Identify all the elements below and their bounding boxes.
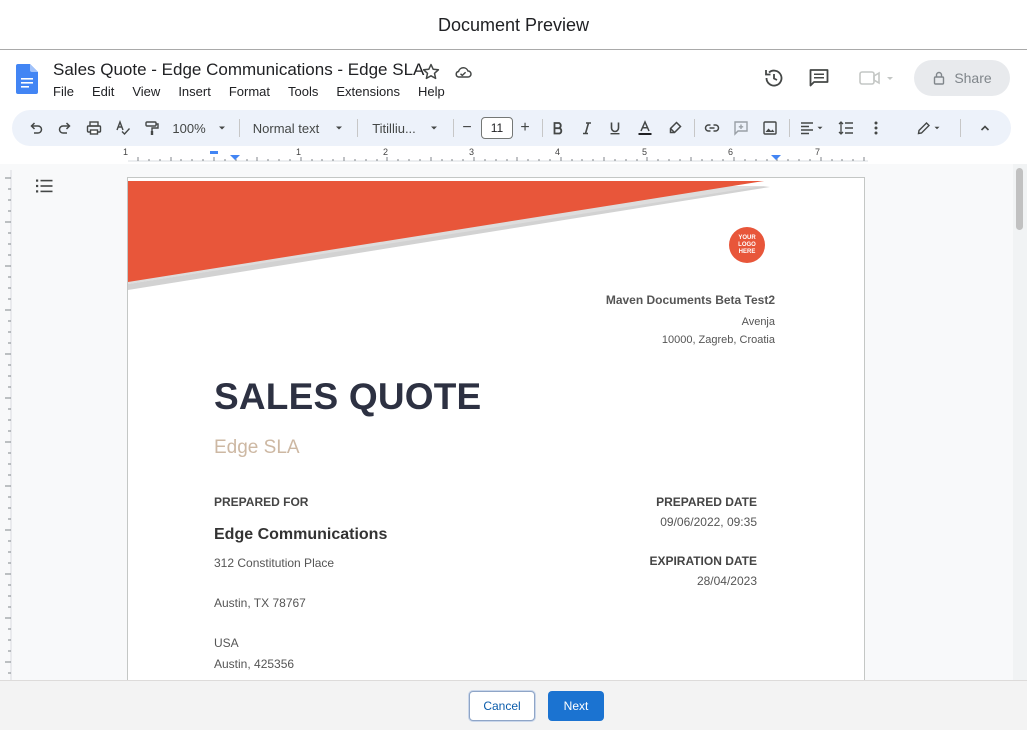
style-value: Normal text [252, 120, 320, 136]
menu-tools[interactable]: Tools [288, 84, 318, 99]
document-heading: SALES QUOTE [214, 376, 482, 417]
formatting-toolbar: 100% Normal text Titilliu... − 11 + [12, 110, 1011, 146]
prepared-date-value: 09/06/2022, 09:35 [660, 515, 757, 529]
cancel-button[interactable]: Cancel [469, 691, 535, 721]
italic-icon[interactable] [577, 110, 597, 146]
share-button[interactable]: Share [914, 60, 1010, 96]
menu-insert[interactable]: Insert [178, 84, 211, 99]
menu-edit[interactable]: Edit [92, 84, 114, 99]
modal-title: Document Preview [437, 15, 590, 35]
logo-text: YOUR LOGO HERE [738, 234, 756, 255]
comment-icon[interactable] [807, 66, 831, 90]
chevron-down-icon [934, 126, 940, 130]
ruler-number: 1 [296, 147, 302, 157]
lock-icon [934, 71, 945, 85]
chevron-down-icon [218, 126, 225, 130]
horizontal-ruler[interactable]: 1 1 2 3 4 5 6 7 [118, 146, 868, 164]
toolbar-divider [357, 119, 358, 137]
redo-icon[interactable] [53, 110, 77, 146]
toolbar-divider [453, 119, 454, 137]
toolbar-divider [694, 119, 695, 137]
menu-format[interactable]: Format [229, 84, 270, 99]
menu-bar: File Edit View Insert Format Tools Exten… [53, 84, 463, 99]
share-label: Share [954, 70, 992, 86]
print-icon[interactable] [82, 110, 106, 146]
ruler-number: 2 [383, 147, 389, 157]
client-address-line2: Austin, TX 78767 [214, 596, 306, 610]
bold-icon[interactable] [548, 110, 568, 146]
line-spacing-icon[interactable] [834, 110, 858, 146]
more-options-icon[interactable] [866, 110, 886, 146]
toolbar-divider [239, 119, 240, 137]
spellcheck-icon[interactable] [111, 110, 135, 146]
link-icon[interactable] [702, 110, 722, 146]
underline-icon[interactable] [605, 110, 625, 146]
paint-format-icon[interactable] [140, 110, 164, 146]
toolbar-divider [960, 119, 961, 137]
font-size-input[interactable]: 11 [481, 117, 513, 139]
toolbar-divider [542, 119, 543, 137]
chevron-down-icon [430, 126, 437, 130]
menu-help[interactable]: Help [418, 84, 445, 99]
menu-view[interactable]: View [132, 84, 160, 99]
prepared-date-label: PREPARED DATE [656, 495, 757, 509]
ruler-number: 4 [555, 147, 561, 157]
expiration-date-value: 28/04/2023 [696, 574, 757, 588]
expiration-date-label: EXPIRATION DATE [649, 554, 757, 568]
menu-extensions[interactable]: Extensions [336, 84, 400, 99]
ruler-ticks [128, 148, 868, 162]
collapse-toolbar-icon[interactable] [974, 110, 996, 146]
client-country: USA [214, 636, 239, 650]
document-title[interactable]: Sales Quote - Edge Communications - Edge… [53, 60, 424, 80]
modal-divider [0, 49, 1027, 50]
client-address-line1: 312 Constitution Place [214, 556, 335, 570]
add-comment-icon[interactable] [731, 110, 751, 146]
align-icon[interactable] [796, 110, 828, 146]
history-icon[interactable] [762, 66, 786, 90]
company-name: Maven Documents Beta Test2 [605, 293, 775, 307]
ruler-number: 7 [815, 147, 821, 157]
prepared-for-label: PREPARED FOR [214, 495, 309, 509]
vertical-scrollbar[interactable] [1013, 164, 1027, 680]
company-address-line1: Avenja [741, 316, 775, 328]
video-icon[interactable] [858, 66, 896, 90]
chevron-down-icon [336, 126, 343, 130]
ruler-number: 3 [469, 147, 475, 157]
toolbar-divider [789, 119, 790, 137]
zoom-value: 100% [172, 120, 206, 136]
ruler-number: 5 [642, 147, 648, 157]
menu-file[interactable]: File [53, 84, 74, 99]
insert-image-icon[interactable] [760, 110, 780, 146]
ruler-number: 6 [728, 147, 734, 157]
style-select[interactable]: Normal text [249, 110, 349, 146]
document-outline-icon[interactable] [34, 178, 54, 194]
client-city-zip: Austin, 425356 [214, 657, 295, 671]
company-address-line2: 10000, Zagreb, Croatia [661, 334, 775, 346]
scrollbar-thumb[interactable] [1016, 168, 1023, 230]
client-name: Edge Communications [214, 526, 388, 543]
chevron-down-icon [817, 126, 823, 130]
next-button[interactable]: Next [548, 691, 604, 721]
zoom-select[interactable]: 100% [170, 110, 230, 146]
ruler-number: 1 [123, 147, 129, 157]
star-icon[interactable] [421, 62, 441, 82]
highlight-icon[interactable] [665, 110, 685, 146]
company-logo: YOUR LOGO HERE [729, 227, 765, 263]
document-subheading: Edge SLA [214, 437, 300, 458]
font-select[interactable]: Titilliu... [367, 110, 445, 146]
undo-icon[interactable] [24, 110, 48, 146]
font-value: Titilliu... [372, 120, 416, 136]
editing-mode-icon[interactable] [912, 110, 946, 146]
decrease-font-size-button[interactable]: − [458, 110, 476, 146]
text-color-icon[interactable] [635, 110, 655, 146]
increase-font-size-button[interactable]: + [516, 110, 534, 146]
vertical-ruler[interactable] [0, 170, 12, 680]
docs-icon[interactable] [16, 64, 38, 94]
cloud-icon[interactable] [453, 62, 473, 82]
